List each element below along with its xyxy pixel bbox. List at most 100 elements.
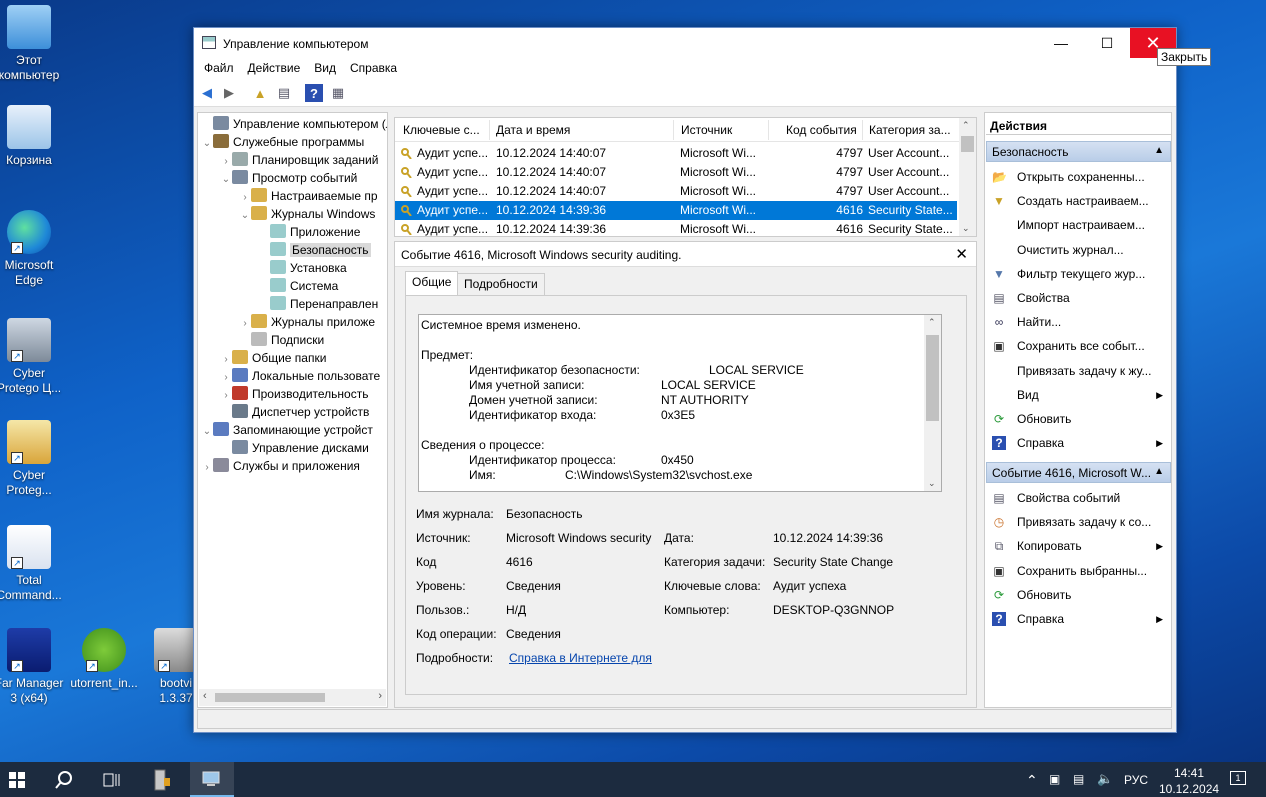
- action-item[interactable]: ▼ Создать настраиваем...: [986, 190, 1171, 212]
- action-item[interactable]: ⟳ Обновить: [986, 584, 1171, 606]
- desktop-icon[interactable]: ↗ Cyber Protego Ц...: [0, 318, 65, 396]
- desktop-icon[interactable]: ↗ Far Manager 3 (x64): [0, 628, 65, 706]
- column-source[interactable]: Источник: [681, 123, 732, 137]
- tree-item[interactable]: Перенаправлен: [258, 295, 378, 313]
- scrollbar-thumb[interactable]: [926, 335, 939, 421]
- action-item[interactable]: Вид ▶: [986, 384, 1171, 406]
- actions-group-security[interactable]: Безопасность ▲: [986, 141, 1171, 162]
- network-icon[interactable]: ▣: [1049, 772, 1060, 786]
- back-arrow-icon[interactable]: ◀: [198, 84, 216, 102]
- minimize-button[interactable]: —: [1038, 28, 1084, 58]
- action-item[interactable]: 📂 Открыть сохраненны...: [986, 166, 1171, 188]
- close-detail-icon[interactable]: ✕: [955, 245, 968, 263]
- tree-item[interactable]: › Производительность: [220, 385, 368, 403]
- tab-details[interactable]: Подробности: [457, 273, 545, 295]
- tree-item[interactable]: Управление дисками: [220, 439, 369, 457]
- scroll-left-icon[interactable]: ‹: [203, 690, 207, 702]
- menu-action[interactable]: Действие: [241, 58, 308, 80]
- action-item[interactable]: ▣ Сохранить выбранны...: [986, 560, 1171, 582]
- show-hide-action-pane-icon[interactable]: ▦: [329, 84, 347, 102]
- computer-management-task-icon[interactable]: [190, 762, 234, 797]
- action-item[interactable]: ▣ Сохранить все событ...: [986, 335, 1171, 357]
- desktop-icon[interactable]: Корзина: [0, 105, 65, 168]
- scroll-up-icon[interactable]: ⌃: [928, 317, 936, 328]
- tree-item[interactable]: › Службы и приложения: [201, 457, 360, 475]
- notifications-icon[interactable]: 1: [1230, 771, 1246, 785]
- input-language[interactable]: РУС: [1124, 773, 1148, 787]
- show-hidden-icons-icon[interactable]: ⌃: [1026, 772, 1038, 789]
- tree-item[interactable]: Управление компьютером (л: [201, 115, 387, 133]
- desktop-icon[interactable]: Этот компьютер: [0, 5, 65, 83]
- event-row[interactable]: Аудит успе... 10.12.2024 14:40:07 Microsof…: [395, 163, 957, 182]
- title-bar[interactable]: Управление компьютером — ☐ ✕: [194, 28, 1176, 58]
- scroll-down-icon[interactable]: ⌄: [962, 223, 970, 234]
- action-item[interactable]: ⟳ Обновить: [986, 408, 1171, 430]
- collapse-icon[interactable]: ▲: [1154, 145, 1164, 156]
- menu-help[interactable]: Справка: [343, 58, 404, 80]
- action-item[interactable]: Привязать задачу к жу...: [986, 360, 1171, 382]
- action-item[interactable]: ▤ Свойства событий: [986, 487, 1171, 509]
- tree-item[interactable]: ⌄ Просмотр событий: [220, 169, 357, 187]
- clock-date[interactable]: 10.12.2024: [1159, 782, 1219, 796]
- chevron-down-icon[interactable]: ⌄: [239, 207, 251, 225]
- menu-view[interactable]: Вид: [307, 58, 343, 80]
- action-item[interactable]: ? Справка ▶: [986, 432, 1171, 454]
- action-item[interactable]: Импорт настраиваем...: [986, 214, 1171, 236]
- action-item[interactable]: ◷ Привязать задачу к со...: [986, 511, 1171, 533]
- display-icon[interactable]: ▤: [1073, 772, 1084, 786]
- show-hide-tree-icon[interactable]: ▤: [275, 84, 293, 102]
- clock-time[interactable]: 14:41: [1166, 766, 1212, 780]
- column-category[interactable]: Категория за...: [869, 123, 951, 137]
- tree-item[interactable]: › Настраиваемые пр: [239, 187, 378, 205]
- event-list-scrollbar[interactable]: ⌃ ⌄: [959, 118, 976, 236]
- chevron-down-icon[interactable]: ⌄: [220, 171, 232, 189]
- action-item[interactable]: Очистить журнал...: [986, 239, 1171, 261]
- tree-item[interactable]: Безопасность: [258, 241, 371, 259]
- tree-item[interactable]: › Общие папки: [220, 349, 326, 367]
- search-icon[interactable]: [44, 762, 84, 797]
- tree-item[interactable]: Система: [258, 277, 338, 295]
- tree-item[interactable]: Приложение: [258, 223, 360, 241]
- desktop-icon[interactable]: ↗ utorrent_in...: [68, 628, 140, 691]
- desktop-icon[interactable]: ↗ Total Command...: [0, 525, 65, 603]
- tree-item[interactable]: Установка: [258, 259, 347, 277]
- tree-item[interactable]: ⌄ Журналы Windows: [239, 205, 375, 223]
- action-item[interactable]: ? Справка ▶: [986, 608, 1171, 630]
- event-description[interactable]: Системное время изменено. Предмет: Идентиф…: [418, 314, 942, 492]
- chevron-down-icon[interactable]: ⌄: [201, 423, 213, 441]
- scroll-up-icon[interactable]: ⌃: [962, 120, 970, 131]
- task-view-icon[interactable]: [92, 762, 132, 797]
- start-windows-icon[interactable]: [0, 762, 34, 797]
- actions-group-event[interactable]: Событие 4616, Microsoft W... ▲: [986, 462, 1171, 483]
- server-manager-icon[interactable]: [142, 762, 182, 797]
- scroll-down-icon[interactable]: ⌄: [928, 478, 936, 489]
- column-event-code[interactable]: Код события: [786, 123, 857, 137]
- action-item[interactable]: ⧉ Копировать ▶: [986, 535, 1171, 557]
- tree-item[interactable]: › Планировщик заданий: [220, 151, 378, 169]
- tab-general[interactable]: Общие: [405, 271, 459, 295]
- tree-item[interactable]: › Журналы приложе: [239, 313, 375, 331]
- action-item[interactable]: ▼ Фильтр текущего жур...: [986, 263, 1171, 285]
- event-row[interactable]: Аудит успе... 10.12.2024 14:40:07 Microsof…: [395, 144, 957, 163]
- forward-arrow-icon[interactable]: ▶: [220, 84, 238, 102]
- chevron-down-icon[interactable]: ⌄: [201, 135, 213, 153]
- tree-item[interactable]: Диспетчер устройств: [220, 403, 369, 421]
- chevron-right-icon[interactable]: ›: [201, 459, 213, 477]
- event-row[interactable]: Аудит успе... 10.12.2024 14:40:07 Microsof…: [395, 182, 957, 201]
- scroll-right-icon[interactable]: ›: [378, 690, 382, 702]
- desktop-icon[interactable]: ↗ Cyber Proteg...: [0, 420, 65, 498]
- tree-item[interactable]: Подписки: [239, 331, 324, 349]
- tree-item[interactable]: ⌄ Служебные программы: [201, 133, 364, 151]
- event-row[interactable]: Аудит успе... 10.12.2024 14:39:36 Microsof…: [395, 220, 957, 236]
- tree-item[interactable]: › Локальные пользовате: [220, 367, 380, 385]
- action-item[interactable]: ∞ Найти...: [986, 311, 1171, 333]
- help-icon[interactable]: ?: [305, 84, 323, 102]
- maximize-button[interactable]: ☐: [1084, 28, 1130, 58]
- scrollbar-thumb[interactable]: [215, 693, 325, 702]
- collapse-icon[interactable]: ▲: [1154, 466, 1164, 477]
- tree-horizontal-scrollbar[interactable]: ‹ ›: [199, 689, 386, 706]
- description-scrollbar[interactable]: ⌃ ⌄: [924, 315, 941, 491]
- menu-file[interactable]: Файл: [197, 58, 241, 80]
- action-item[interactable]: ▤ Свойства: [986, 287, 1171, 309]
- up-folder-icon[interactable]: ▲: [251, 84, 269, 102]
